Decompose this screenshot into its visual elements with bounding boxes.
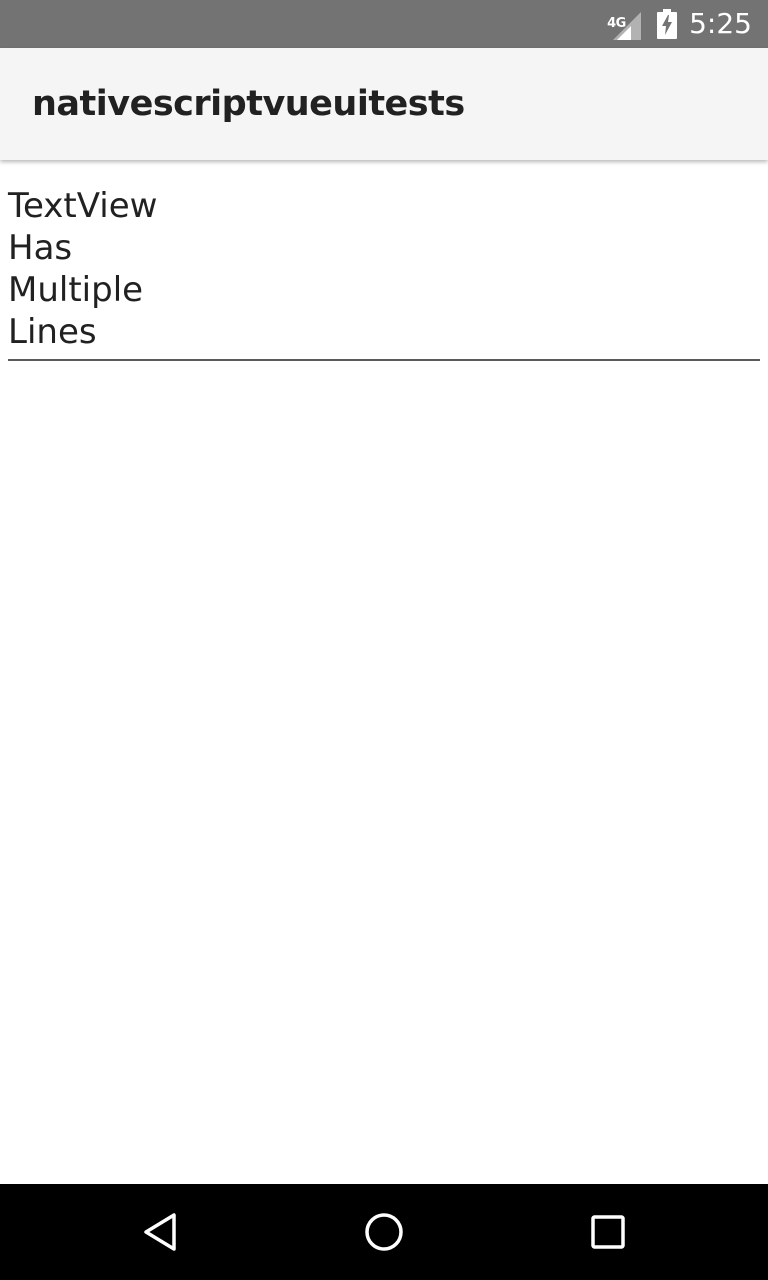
textview-line: Multiple xyxy=(8,270,144,310)
home-icon xyxy=(365,1213,403,1251)
back-icon xyxy=(144,1213,176,1251)
status-clock: 5:25 xyxy=(689,7,752,40)
recents-icon xyxy=(591,1215,625,1249)
recents-button[interactable] xyxy=(584,1208,632,1256)
home-button[interactable] xyxy=(360,1208,408,1256)
action-bar: nativescriptvueuitests xyxy=(0,48,768,160)
status-bar: 4G 5:25 xyxy=(0,0,768,48)
back-button[interactable] xyxy=(136,1208,184,1256)
status-icons: 4G 5:25 xyxy=(607,0,752,48)
textview-line: Lines xyxy=(8,312,97,352)
page-content: TextView Has Multiple Lines xyxy=(0,160,768,1184)
battery-charging-icon xyxy=(657,9,678,39)
signal-icon xyxy=(613,12,642,40)
textview-line: TextView xyxy=(8,186,158,226)
navigation-bar xyxy=(0,1184,768,1280)
signal-group: 4G xyxy=(607,8,645,40)
screen: 4G 5:25 nativescriptvueuitests TextView … xyxy=(0,0,768,1280)
app-title: nativescriptvueuitests xyxy=(32,84,465,124)
textview-line: Has xyxy=(8,228,73,268)
multiline-textview[interactable]: TextView Has Multiple Lines xyxy=(8,185,760,361)
